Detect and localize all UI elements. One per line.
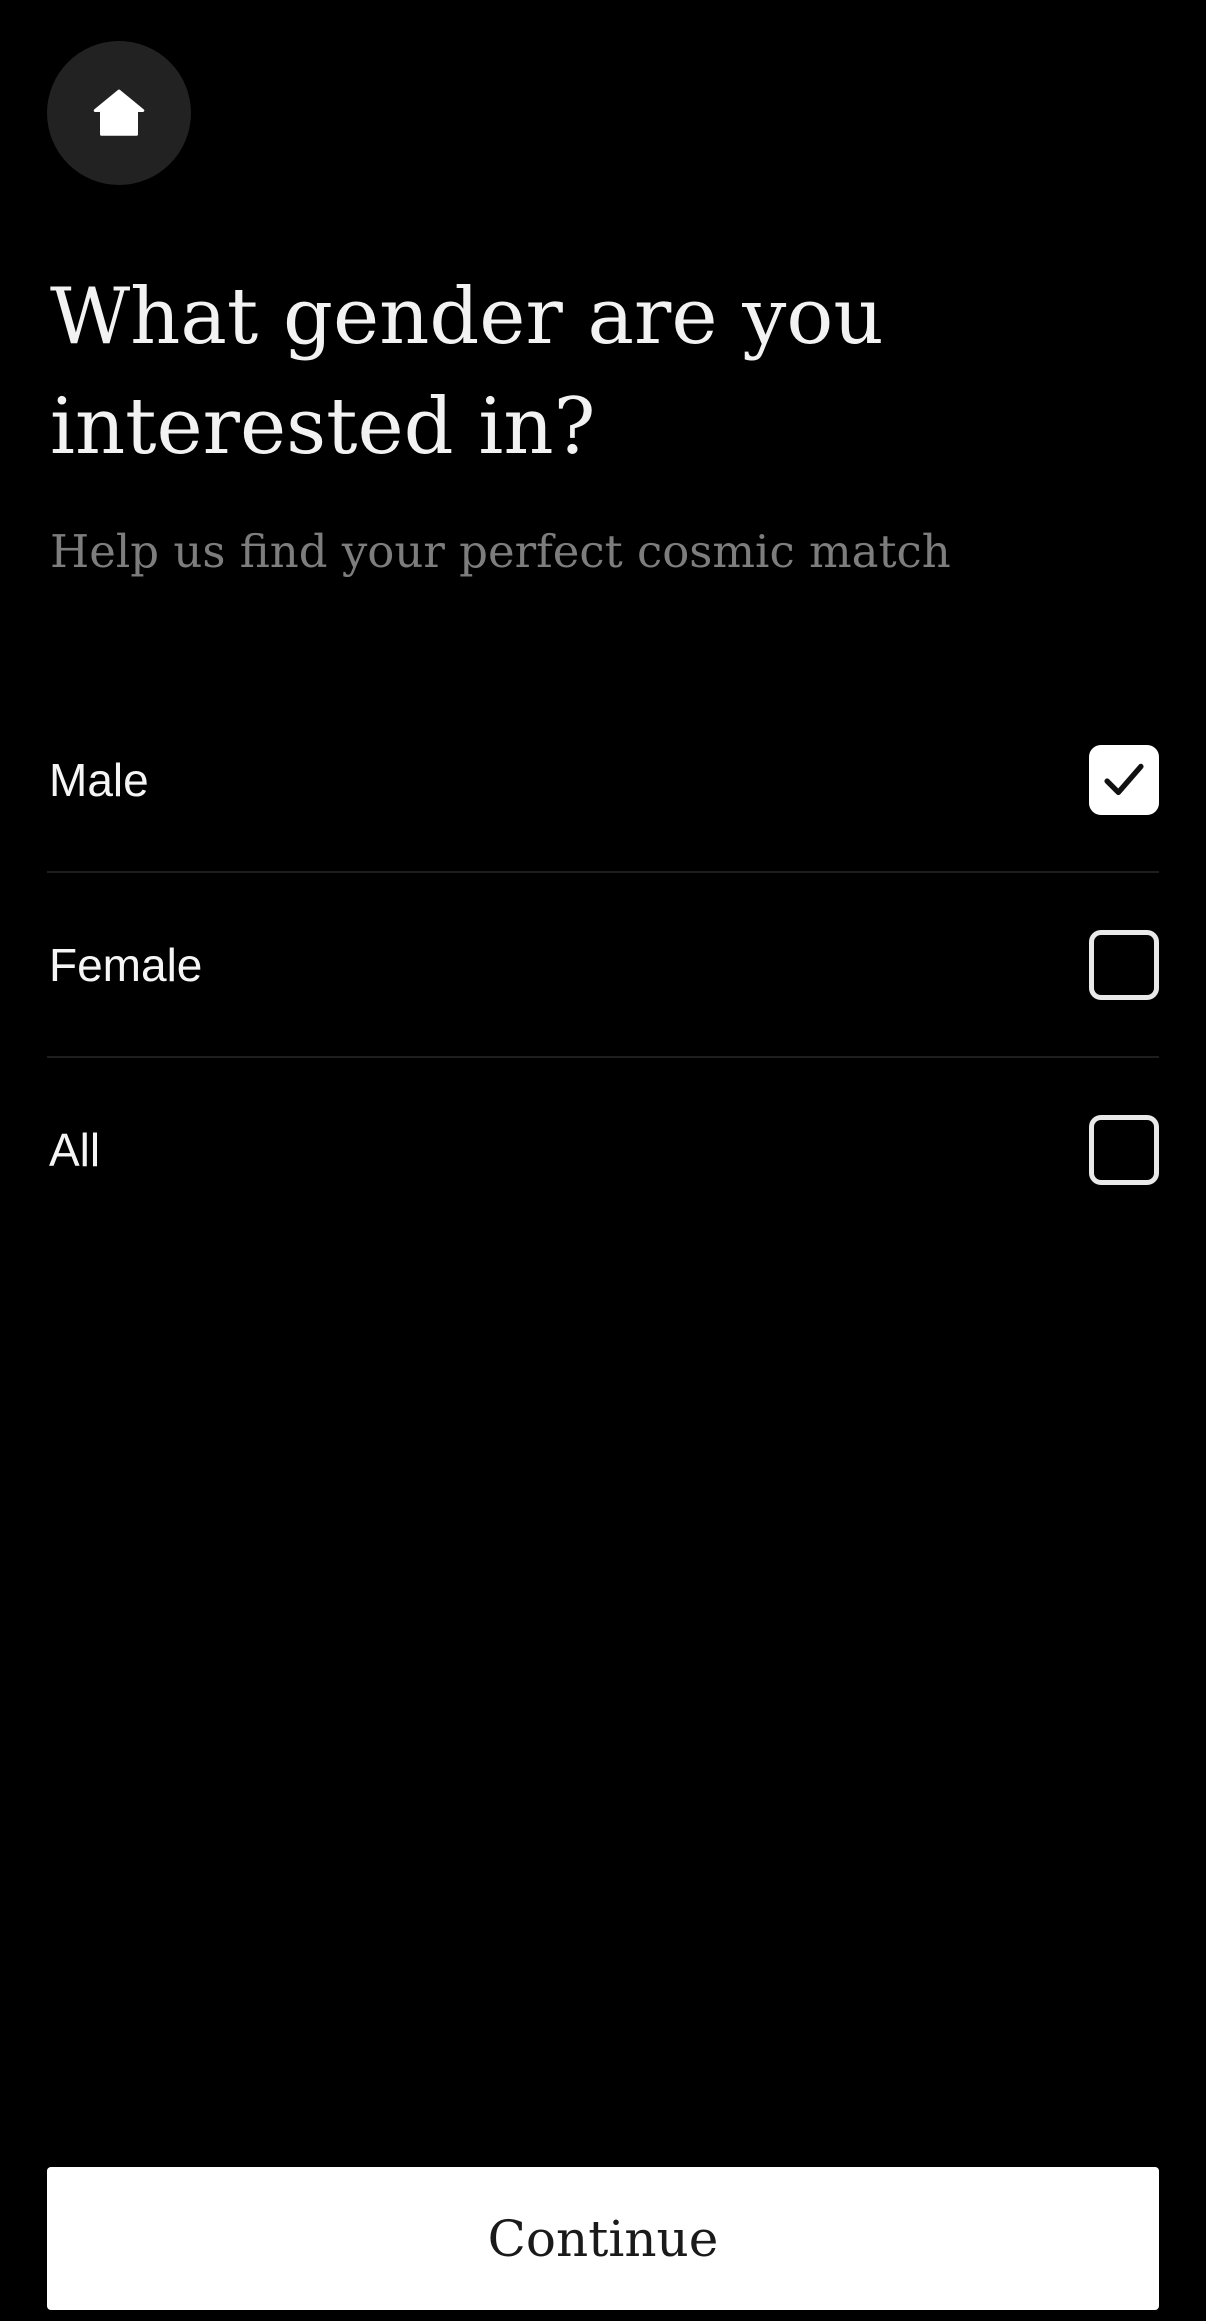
- option-male[interactable]: Male: [47, 688, 1159, 871]
- option-label: Female: [49, 938, 203, 991]
- home-icon: [93, 89, 145, 136]
- continue-button[interactable]: Continue: [47, 2167, 1159, 2310]
- home-button[interactable]: [47, 41, 191, 185]
- option-all[interactable]: All: [47, 1056, 1159, 1241]
- continue-label: Continue: [487, 2209, 719, 2268]
- checkbox-unchecked[interactable]: [1089, 1114, 1159, 1185]
- gender-options-list: Male Female All: [47, 688, 1159, 1241]
- option-label: All: [49, 1123, 101, 1176]
- checkbox-unchecked[interactable]: [1089, 929, 1159, 1000]
- checkmark-icon: [1104, 763, 1144, 795]
- checkbox-checked[interactable]: [1089, 744, 1159, 815]
- option-label: Male: [49, 753, 149, 806]
- page-subtitle: Help us find your perfect cosmic match: [50, 525, 951, 578]
- option-female[interactable]: Female: [47, 871, 1159, 1056]
- page-title: What gender are you interested in?: [50, 272, 884, 472]
